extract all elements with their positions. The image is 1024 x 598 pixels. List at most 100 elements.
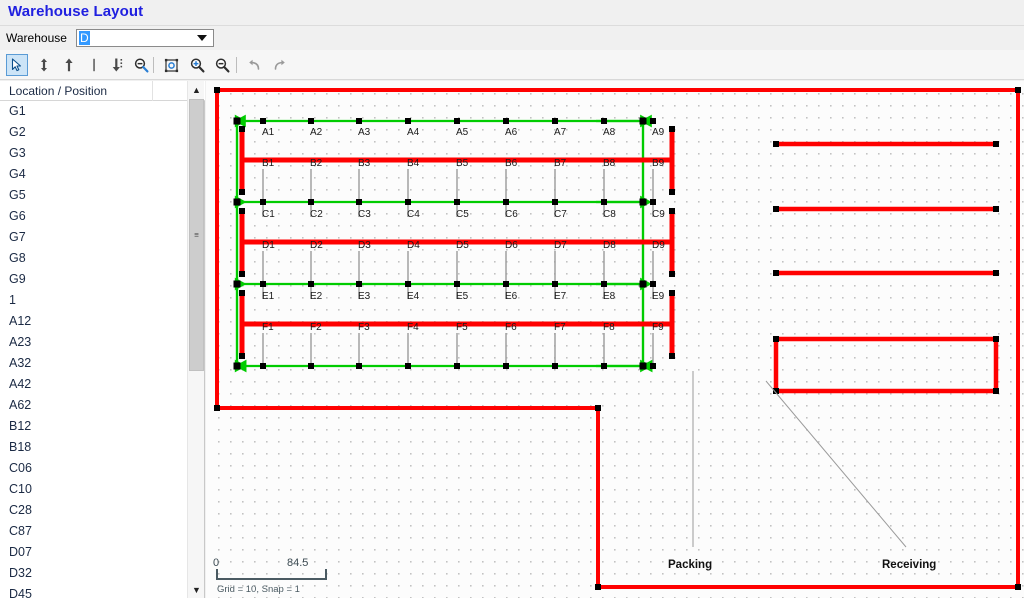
rack-position-label[interactable]: A5 [456,127,469,138]
list-item[interactable]: A12 [0,311,188,332]
rack-position-label[interactable]: D6 [505,240,518,251]
rack-position-label[interactable]: C1 [262,209,275,220]
list-item[interactable]: A23 [0,332,188,353]
redo-button[interactable] [268,54,290,76]
list-item[interactable]: B18 [0,437,188,458]
rack-position-label[interactable]: B8 [603,158,616,169]
zoom-out-region-tool[interactable] [130,54,152,76]
rack-position-label[interactable]: D2 [310,240,323,251]
chevron-down-icon[interactable]: ▼ [188,581,205,598]
list-item[interactable]: G6 [0,206,188,227]
rack-position-label[interactable]: C6 [505,209,518,220]
rack-position-label[interactable]: B3 [358,158,371,169]
rack-position-label[interactable]: D5 [456,240,469,251]
list-item[interactable]: D45 [0,584,188,598]
zoom-in-tool[interactable] [186,54,208,76]
rack-position-label[interactable]: B5 [456,158,469,169]
rack-position-label[interactable]: A6 [505,127,518,138]
rack-position-label[interactable]: E3 [358,291,371,302]
rack-position-label[interactable]: A3 [358,127,371,138]
rack-position-label[interactable]: D9 [652,240,665,251]
rack-position-label[interactable]: F5 [456,322,468,333]
list-item[interactable]: 1 [0,290,188,311]
rack-position-label[interactable]: C7 [554,209,567,220]
list-item[interactable]: G1 [0,101,188,122]
list-scrollbar[interactable]: ▲ ≡ ▼ [187,81,204,598]
rack-position-label[interactable]: B6 [505,158,518,169]
aisle-node [601,199,607,205]
rack-position-label[interactable]: E8 [603,291,616,302]
rack-position-label[interactable]: E7 [554,291,567,302]
rack-position-label[interactable]: E4 [407,291,420,302]
chevron-up-icon[interactable]: ▲ [188,81,205,98]
rack-position-label[interactable]: F2 [310,322,322,333]
list-item[interactable]: G4 [0,164,188,185]
list-item[interactable]: C10 [0,479,188,500]
rack-position-label[interactable]: F7 [554,322,566,333]
rack-position-label[interactable]: E9 [652,291,665,302]
rack-position-label[interactable]: F4 [407,322,419,333]
list-item[interactable]: B12 [0,416,188,437]
rack-position-label[interactable]: C9 [652,209,665,220]
list-item[interactable]: D32 [0,563,188,584]
list-item[interactable]: G8 [0,248,188,269]
rack-position-label[interactable]: D8 [603,240,616,251]
move-down-tool[interactable] [106,54,128,76]
rack-position-label[interactable]: F6 [505,322,517,333]
rack-position-label[interactable]: F1 [262,322,274,333]
list-item[interactable]: A62 [0,395,188,416]
rack-position-label[interactable]: C2 [310,209,323,220]
rack-position-label[interactable]: B4 [407,158,420,169]
warehouse-canvas[interactable]: A1 A2 A3 A4 A5 A6 A7 A8 A9 B1 B2 B3 B4 B5 B6 B7 B8 B9 C1 C2… [206,81,1024,598]
list-item[interactable]: G5 [0,185,188,206]
zoom-out-tool[interactable] [211,54,233,76]
rack-position-label[interactable]: A9 [652,127,665,138]
undo-button[interactable] [243,54,265,76]
chevron-down-icon[interactable] [194,30,210,46]
scrollbar-thumb[interactable]: ≡ [189,99,204,371]
rack-position-label[interactable]: F3 [358,322,370,333]
rack-position-label[interactable]: D4 [407,240,420,251]
list-item[interactable]: G9 [0,269,188,290]
vertical-line-tool[interactable] [83,54,105,76]
rack-position-label[interactable]: C5 [456,209,469,220]
rack-position-label[interactable]: C4 [407,209,420,220]
rack-position-label[interactable]: F8 [603,322,615,333]
rack-position-label[interactable]: A2 [310,127,323,138]
rack-position-label[interactable]: D7 [554,240,567,251]
rack-position-label[interactable]: A1 [262,127,275,138]
rack-position-label[interactable]: A8 [603,127,616,138]
rack-position-label[interactable]: E5 [456,291,469,302]
rack-position-label[interactable]: B9 [652,158,665,169]
move-vertical-tool[interactable] [33,54,55,76]
rack-position-label[interactable]: A7 [554,127,567,138]
list-item[interactable]: A32 [0,353,188,374]
list-item[interactable]: A42 [0,374,188,395]
move-up-tool[interactable] [58,54,80,76]
list-item[interactable]: G3 [0,143,188,164]
rack-position-label[interactable]: E2 [310,291,323,302]
aisle-node [601,281,607,287]
list-item[interactable]: D07 [0,542,188,563]
select-tool[interactable] [6,54,28,76]
list-item[interactable]: C06 [0,458,188,479]
list-item[interactable]: C28 [0,500,188,521]
rack-position-label[interactable]: B7 [554,158,567,169]
rack-position-label[interactable]: F9 [652,322,664,333]
rack-position-label[interactable]: C8 [603,209,616,220]
rack-position-label[interactable]: D3 [358,240,371,251]
warehouse-layout-drawing[interactable]: A1 A2 A3 A4 A5 A6 A7 A8 A9 B1 B2 B3 B4 B5 B6 B7 B8 B9 C1 C2… [206,81,1024,598]
list-item[interactable]: G2 [0,122,188,143]
rack-position-label[interactable]: B1 [262,158,275,169]
rack-position-label[interactable]: A4 [407,127,420,138]
list-item[interactable]: C87 [0,521,188,542]
rack-position-label[interactable]: B2 [310,158,323,169]
rack-position-label[interactable]: E1 [262,291,275,302]
location-list[interactable]: G1 G2 G3 G4 G5 G6 G7 G8 G9 1 A12 A23 A32 A42 A62 B12 B18… [0,101,188,598]
rack-position-label[interactable]: E6 [505,291,518,302]
zoom-fit-tool[interactable] [160,54,182,76]
list-item[interactable]: G7 [0,227,188,248]
rack-position-label[interactable]: D1 [262,240,275,251]
warehouse-select[interactable]: D [76,29,214,47]
rack-position-label[interactable]: C3 [358,209,371,220]
